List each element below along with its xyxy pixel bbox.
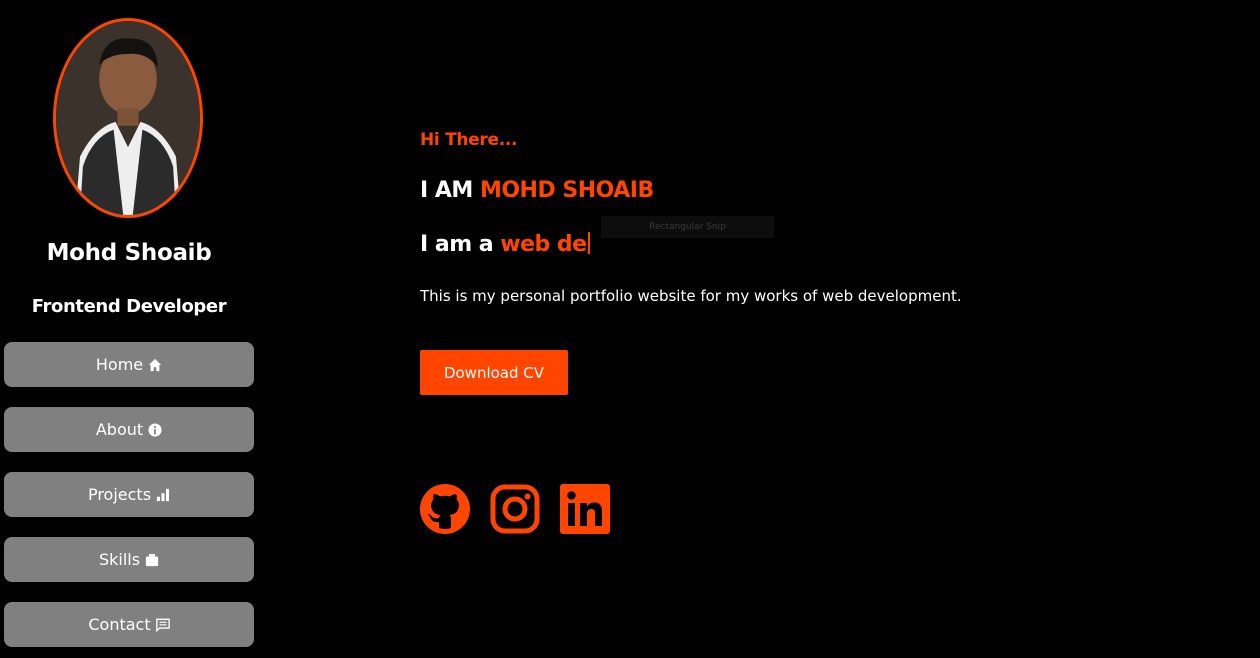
download-cv-button[interactable]: Download CV — [420, 350, 568, 395]
linkedin-icon — [560, 484, 610, 534]
typing-heading: I am a web de — [420, 232, 590, 257]
nav-home-button[interactable]: Home — [4, 342, 254, 387]
nav-projects-label: Projects — [87, 485, 152, 504]
github-icon — [420, 484, 470, 534]
typing-prefix: I am a — [420, 232, 501, 257]
greeting-text: Hi There... — [420, 130, 518, 150]
profile-role: Frontend Developer — [31, 296, 227, 317]
bar-chart-icon — [156, 488, 170, 502]
intro-prefix: I AM — [420, 178, 480, 203]
typing-caret — [587, 232, 590, 254]
nav-contact-button[interactable]: Contact — [4, 602, 254, 647]
linkedin-link[interactable] — [560, 484, 610, 534]
home-icon — [148, 358, 162, 372]
instagram-link[interactable] — [490, 484, 540, 534]
typing-text: web de — [500, 232, 587, 257]
instagram-icon — [490, 484, 540, 534]
intro-name: MOHD SHOAIB — [479, 178, 654, 203]
avatar — [53, 18, 203, 218]
intro-heading: I AM MOHD SHOAIB — [420, 178, 654, 203]
nav-skills-button[interactable]: Skills — [4, 537, 254, 582]
info-icon — [148, 422, 162, 437]
github-link[interactable] — [420, 484, 470, 534]
nav-about-label: About — [95, 420, 144, 439]
nav-projects-button[interactable]: Projects — [4, 472, 254, 517]
description-text: This is my personal portfolio website fo… — [420, 287, 962, 305]
nav-skills-label: Skills — [98, 550, 141, 569]
sidebar: Mohd Shoaib Frontend Developer Home Abou… — [0, 0, 258, 658]
snip-tooltip: Rectangular Snip — [601, 216, 774, 238]
briefcase-icon — [145, 553, 159, 567]
nav-home-label: Home — [95, 355, 144, 374]
nav-contact-label: Contact — [88, 615, 151, 634]
nav-about-button[interactable]: About — [4, 407, 254, 452]
profile-name: Mohd Shoaib — [46, 240, 212, 266]
message-icon — [155, 618, 170, 632]
